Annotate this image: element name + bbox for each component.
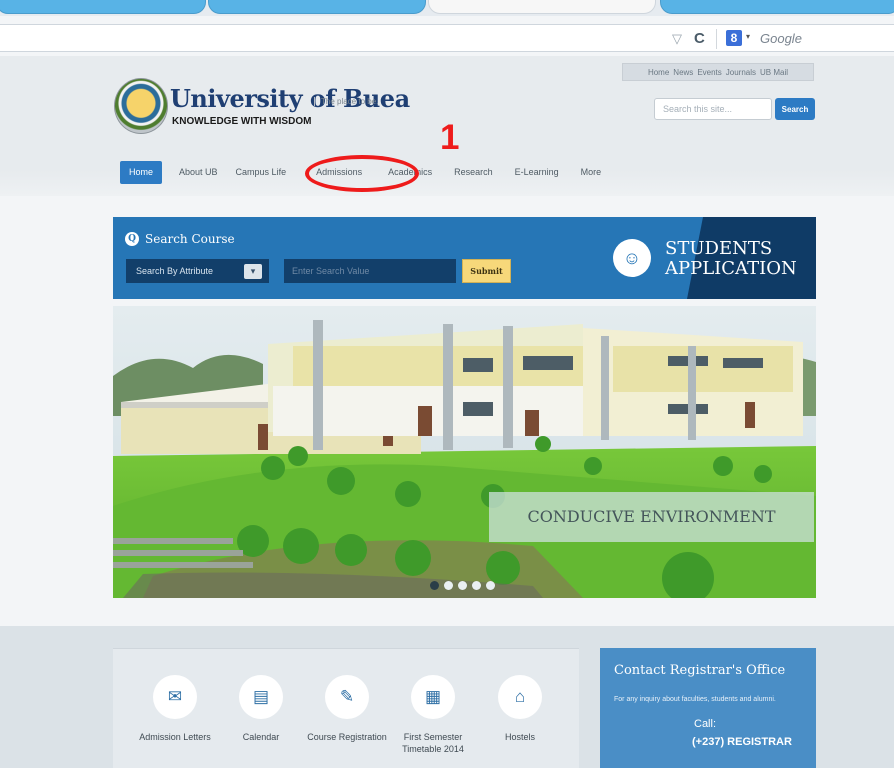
- application-line-1: STUDENTS: [665, 238, 773, 259]
- course-search-bar: Q Search Course Search By Attribute ▾ Su…: [113, 217, 816, 299]
- application-line-2: APPLICATION: [665, 258, 797, 279]
- quick-link-label: Calendar: [242, 732, 280, 742]
- top-link-home[interactable]: Home: [648, 68, 669, 77]
- nav-research[interactable]: Research: [445, 161, 502, 184]
- google-search-icon[interactable]: 8: [726, 30, 742, 46]
- reload-icon[interactable]: C: [694, 30, 705, 47]
- slider-dot[interactable]: [444, 581, 453, 590]
- chevron-down-icon[interactable]: ▾: [244, 264, 262, 279]
- rss-icon[interactable]: ▽: [672, 31, 682, 47]
- course-search-title: Q Search Course: [125, 232, 235, 246]
- top-link-events[interactable]: Events: [697, 68, 721, 77]
- contact-text: For any inquiry about faculties, student…: [614, 696, 776, 703]
- browser-tab-bar: [0, 0, 894, 16]
- nav-about-ub[interactable]: About UB: [170, 161, 227, 184]
- quick-link-hostels[interactable]: ⌂ Hostels: [470, 675, 570, 743]
- quick-link-label: Hostels: [504, 732, 535, 742]
- site-search-button[interactable]: Search: [775, 98, 815, 120]
- timetable-icon: ▦: [411, 675, 455, 719]
- slider-dot[interactable]: [486, 581, 495, 590]
- site-tagline: The place to be.: [314, 97, 378, 106]
- user-icon[interactable]: ☺: [613, 239, 651, 277]
- browser-tab[interactable]: [208, 0, 426, 14]
- browser-tab-active[interactable]: [428, 0, 656, 14]
- quick-link-admission-letters[interactable]: ✉ Admission Letters: [125, 675, 225, 743]
- quick-link-timetable[interactable]: ▦ First Semester Timetable 2014: [383, 675, 483, 755]
- slider-dot[interactable]: [430, 581, 439, 590]
- quick-link-course-registration[interactable]: ✎ Course Registration: [297, 675, 397, 743]
- contact-title: Contact Registrar's Office: [614, 663, 786, 678]
- course-search-label: Search Course: [145, 232, 235, 246]
- top-link-journals[interactable]: Journals: [726, 68, 756, 77]
- nav-more[interactable]: More: [572, 161, 611, 184]
- contact-registrar-panel[interactable]: Contact Registrar's Office For any inqui…: [600, 648, 816, 768]
- course-submit-button[interactable]: Submit: [462, 259, 511, 283]
- slider-dot[interactable]: [458, 581, 467, 590]
- quick-link-label: Course Registration: [307, 732, 387, 742]
- nav-campus-life[interactable]: Campus Life: [227, 161, 296, 184]
- browser-address-bar: ▽ C 8 ▾ Google: [0, 24, 894, 52]
- site-search-input[interactable]: [654, 98, 772, 120]
- contact-phone[interactable]: (+237) REGISTRAR: [692, 736, 792, 748]
- home-icon: ⌂: [498, 675, 542, 719]
- top-links: Home News Events Journals UB Mail: [622, 63, 814, 81]
- students-application-title[interactable]: STUDENTS APPLICATION: [665, 239, 797, 279]
- quick-link-label: First Semester Timetable 2014: [402, 732, 464, 754]
- top-link-ub-mail[interactable]: UB Mail: [760, 68, 788, 77]
- hero-slider[interactable]: CONDUCIVE ENVIRONMENT: [113, 306, 816, 598]
- browser-tab[interactable]: [660, 0, 894, 14]
- quick-link-calendar[interactable]: ▤ Calendar: [211, 675, 311, 743]
- toolbar-divider: [716, 29, 717, 49]
- nav-home[interactable]: Home: [120, 161, 163, 184]
- book-icon: ✎: [325, 675, 369, 719]
- site-motto: KNOWLEDGE WITH WISDOM: [172, 116, 312, 127]
- search-attribute-select[interactable]: Search By Attribute ▾: [126, 259, 269, 283]
- hero-caption: CONDUCIVE ENVIRONMENT: [489, 492, 814, 542]
- envelope-icon: ✉: [153, 675, 197, 719]
- slider-dot[interactable]: [472, 581, 481, 590]
- slider-dots: [430, 581, 495, 590]
- chevron-down-icon[interactable]: ▾: [746, 32, 750, 41]
- top-link-news[interactable]: News: [673, 68, 693, 77]
- annotation-number: 1: [440, 118, 460, 157]
- browser-search-field[interactable]: Google: [760, 31, 802, 46]
- annotation-ellipse: [305, 155, 419, 192]
- search-value-input[interactable]: [284, 259, 456, 283]
- campus-building-image: [113, 306, 816, 598]
- university-seal-logo[interactable]: [114, 78, 168, 134]
- calendar-icon: ▤: [239, 675, 283, 719]
- browser-tab[interactable]: [0, 0, 206, 14]
- contact-call-label: Call:: [694, 718, 717, 730]
- search-icon: Q: [125, 232, 139, 246]
- quick-link-label: Admission Letters: [139, 732, 211, 742]
- nav-e-learning[interactable]: E-Learning: [506, 161, 568, 184]
- search-attribute-value: Search By Attribute: [136, 266, 214, 276]
- quick-links-panel: ✉ Admission Letters ▤ Calendar ✎ Course …: [113, 648, 579, 768]
